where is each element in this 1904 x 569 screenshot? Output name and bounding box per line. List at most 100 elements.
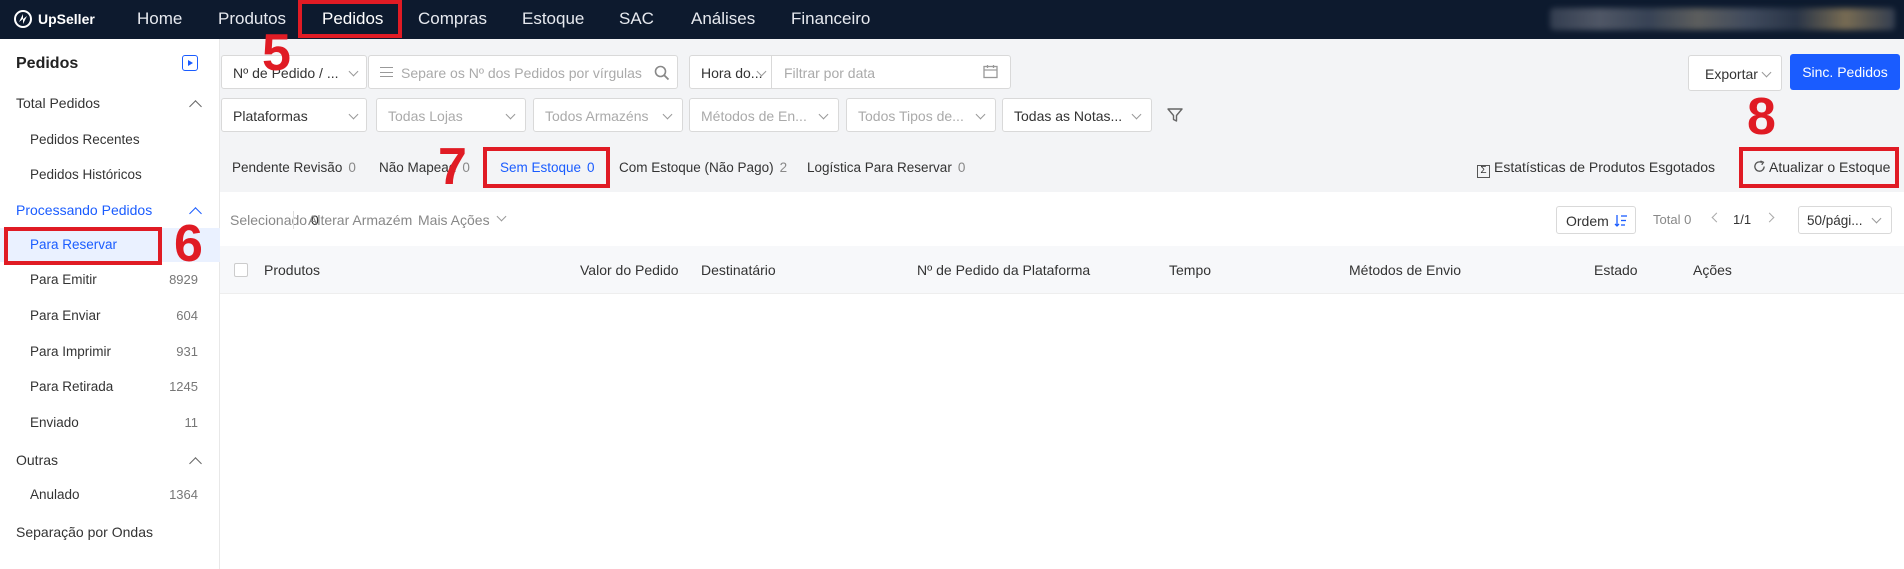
sort-order-button[interactable]: Ordem	[1556, 206, 1636, 234]
select-all-checkbox[interactable]	[234, 263, 248, 277]
out-of-stock-stats-link[interactable]: Σ Estatísticas de Produtos Esgotados	[1477, 159, 1715, 178]
date-filter-input[interactable]: Filtrar por data	[784, 65, 875, 81]
select-value: Todos Tipos de...	[858, 108, 964, 124]
chevron-down-icon	[1761, 67, 1772, 78]
sidebar-item-pedidos-recentes[interactable]: Pedidos Recentes	[0, 123, 220, 157]
chevron-down-icon	[348, 66, 359, 77]
chevron-down-icon	[1131, 109, 1142, 120]
collapse-sidebar-icon[interactable]	[182, 55, 198, 71]
sidebar-item-enviado[interactable]: Enviado 11	[0, 406, 220, 440]
group-processando-pedidos[interactable]: Processando Pedidos	[16, 202, 152, 218]
order-types-select[interactable]: Todos Tipos de...	[846, 98, 996, 132]
nav-compras[interactable]: Compras	[418, 0, 487, 39]
warehouses-select[interactable]: Todos Armazéns	[533, 98, 683, 132]
platforms-select[interactable]: Plataformas	[221, 98, 367, 132]
sidebar-item-label: Para Retirada	[30, 379, 114, 394]
tab-logistica-para-reservar[interactable]: Logística Para Reservar 0	[807, 160, 965, 175]
sidebar-item-count: 1364	[169, 487, 198, 502]
selected-label: Selecionado	[230, 212, 308, 228]
sidebar-item-pedidos-historicos[interactable]: Pedidos Históricos	[0, 158, 220, 192]
search-icon[interactable]	[654, 65, 670, 81]
highlight-atualizar-estoque	[1739, 147, 1899, 188]
step-number-7: 7	[438, 138, 467, 196]
tab-pendente-revisao[interactable]: Pendente Revisão 0	[232, 160, 356, 175]
sidebar-item-label: Para Imprimir	[30, 344, 112, 359]
sidebar-item-label: Para Emitir	[30, 272, 97, 287]
sort-icon	[1614, 215, 1627, 227]
export-label: Exportar	[1705, 66, 1758, 82]
tab-count: 0	[348, 160, 356, 175]
column-destinatario: Destinatário	[701, 262, 776, 278]
sidebar-item-para-enviar[interactable]: Para Enviar 604	[0, 299, 220, 333]
sidebar-item-label: Pedidos Históricos	[30, 167, 142, 182]
stats-label: Estatísticas de Produtos Esgotados	[1494, 159, 1716, 175]
export-dropdown[interactable]: Exportar	[1688, 55, 1782, 91]
nav-analises[interactable]: Análises	[691, 0, 755, 39]
sidebar-item-count: 1245	[169, 379, 198, 394]
order-search-input[interactable]: Separe os Nº dos Pedidos por vírgulas	[368, 55, 678, 89]
shipping-methods-select[interactable]: Métodos de En...	[689, 98, 839, 132]
sidebar-item-count: 931	[176, 344, 198, 359]
more-actions-dropdown[interactable]: Mais Ações	[418, 212, 490, 228]
next-page-icon[interactable]	[1764, 212, 1775, 223]
column-metodos-de-envio: Métodos de Envio	[1349, 262, 1462, 278]
group-outras[interactable]: Outras	[16, 452, 58, 468]
chevron-down-icon	[1871, 213, 1882, 224]
time-type-select[interactable]: Hora do...	[690, 56, 772, 88]
sidebar-item-para-imprimir[interactable]: Para Imprimir 931	[0, 335, 220, 369]
sidebar-item-label: Enviado	[30, 415, 79, 430]
nav-home[interactable]: Home	[137, 0, 182, 39]
filter-icon[interactable]	[1166, 106, 1184, 124]
chevron-down-icon	[505, 109, 516, 120]
highlight-para-reservar	[4, 227, 162, 265]
sync-orders-button[interactable]: Sinc. Pedidos	[1790, 54, 1900, 90]
order-label: Ordem	[1566, 213, 1609, 229]
search-placeholder: Separe os Nº dos Pedidos por vírgulas	[401, 65, 642, 81]
chevron-up-icon[interactable]	[189, 457, 202, 470]
chevron-down-icon	[662, 109, 673, 120]
sidebar-item-para-retirada[interactable]: Para Retirada 1245	[0, 370, 220, 404]
column-acoes: Ações	[1693, 262, 1732, 278]
calendar-icon[interactable]	[983, 64, 998, 79]
selected-count: Selecionado 0	[230, 212, 319, 228]
upseller-logo-icon	[14, 10, 32, 28]
nav-sac[interactable]: SAC	[619, 0, 654, 39]
user-account-area[interactable]	[1550, 8, 1895, 30]
chevron-down-icon	[818, 109, 829, 120]
chevron-down-icon	[975, 109, 986, 120]
chevron-up-icon[interactable]	[189, 100, 202, 113]
column-tempo: Tempo	[1169, 262, 1212, 278]
sidebar-item-label: Para Enviar	[30, 308, 101, 323]
nav-financeiro[interactable]: Financeiro	[791, 0, 870, 39]
nav-estoque[interactable]: Estoque	[522, 0, 584, 39]
sidebar-item-count: 604	[176, 308, 198, 323]
sidebar-item-count: 11	[184, 415, 199, 430]
order-number-type-select[interactable]: Nº de Pedido / ...	[221, 55, 367, 89]
main-content: Nº de Pedido / ... Separe os Nº dos Pedi…	[220, 39, 1904, 569]
column-numero-pedido-plataforma: Nº de Pedido da Plataforma	[917, 262, 1091, 278]
select-value: 50/pági...	[1807, 213, 1863, 228]
sidebar-item-anulado[interactable]: Anulado 1364	[0, 478, 220, 512]
highlight-sem-estoque-tab	[483, 147, 610, 188]
tab-com-estoque-nao-pago[interactable]: Com Estoque (Não Pago) 2	[619, 160, 787, 175]
sidebar-item-separacao-por-ondas[interactable]: Separação por Ondas	[16, 524, 153, 540]
prev-page-icon[interactable]	[1711, 212, 1722, 223]
stores-select[interactable]: Todas Lojas	[376, 98, 526, 132]
step-number-8: 8	[1747, 88, 1776, 146]
select-value: Hora do...	[701, 65, 763, 81]
column-produtos: Produtos	[264, 262, 321, 278]
chevron-down-icon	[348, 109, 359, 120]
group-total-pedidos[interactable]: Total Pedidos	[16, 95, 100, 111]
highlight-pedidos-nav	[298, 0, 402, 38]
change-warehouse-button[interactable]: Alterar Armazém	[308, 212, 412, 228]
sidebar: Pedidos Total Pedidos Pedidos Recentes P…	[0, 39, 220, 569]
tab-count: 2	[779, 160, 788, 175]
brand-name: UpSeller	[38, 11, 95, 27]
sidebar-title: Pedidos	[16, 55, 79, 72]
more-actions-label: Mais Ações	[418, 212, 490, 228]
page-size-select[interactable]: 50/pági...	[1798, 206, 1892, 234]
list-icon-line	[380, 71, 393, 73]
upseller-logo[interactable]: UpSeller	[13, 9, 95, 29]
notes-select[interactable]: Todas as Notas...	[1002, 98, 1152, 132]
sidebar-item-label: Anulado	[30, 487, 80, 502]
